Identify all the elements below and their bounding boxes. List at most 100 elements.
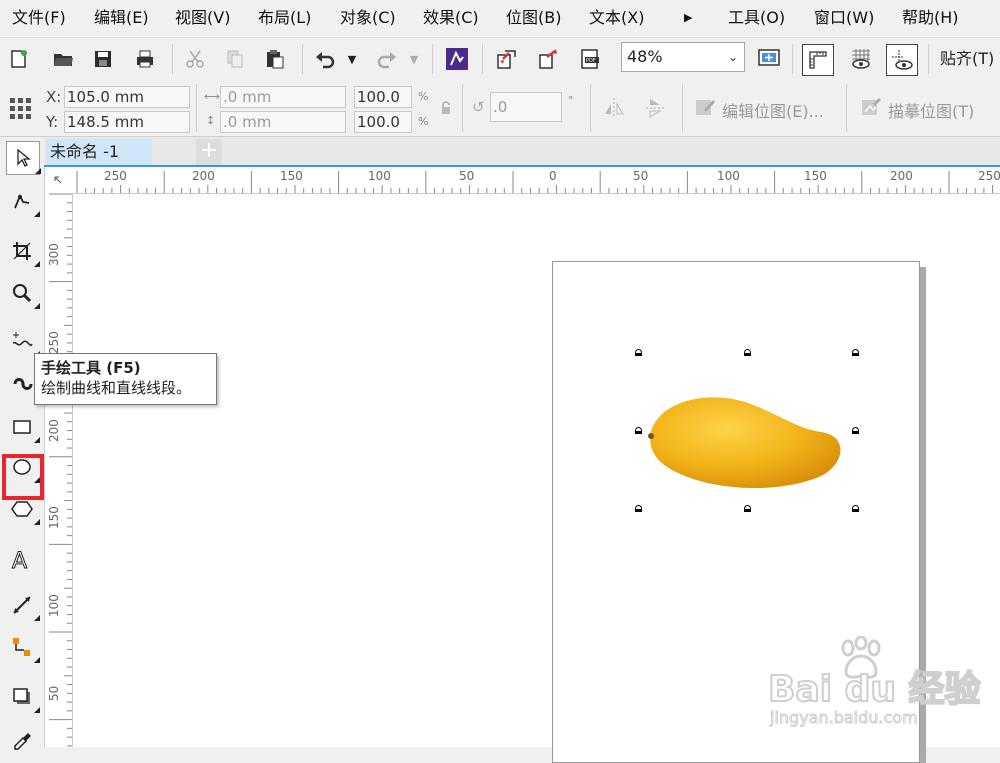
search-content-icon[interactable]: [442, 44, 472, 74]
ruler-origin-icon[interactable]: [45, 167, 74, 194]
mango-bitmap[interactable]: [645, 388, 845, 496]
tab-document[interactable]: 未命名 -1: [46, 139, 152, 165]
h-ruler-label: 50: [633, 169, 649, 183]
import-icon[interactable]: [492, 44, 522, 74]
x-position-label: X:: [46, 88, 62, 106]
freehand-tool-tooltip: 手绘工具 (F5) 绘制曲线和直线线段。: [34, 353, 217, 405]
scale-width-unit: %: [418, 90, 429, 103]
height-field[interactable]: .0 mm: [220, 111, 346, 133]
chevron-down-icon: ⌄: [727, 50, 738, 64]
show-grid-icon[interactable]: [846, 44, 876, 74]
horizontal-ruler[interactable]: 250 200 150 100 50 0 50 100 150 200 250: [73, 167, 1000, 194]
text-tool-icon[interactable]: A: [6, 543, 38, 575]
document-tab-bar: 未命名 -1 +: [44, 137, 1000, 167]
show-rulers-icon[interactable]: [802, 44, 834, 76]
copy-icon[interactable]: [220, 44, 250, 74]
undo-dropdown-icon[interactable]: ▼: [342, 44, 362, 74]
zoom-level-value: 48%: [627, 47, 663, 66]
h-ruler-label: 100: [368, 169, 391, 183]
vertical-ruler[interactable]: 300 250 200 150 100 50: [45, 193, 73, 747]
selection-handle[interactable]: [852, 505, 859, 512]
lock-ratio-icon[interactable]: [440, 100, 452, 119]
v-ruler-label: 200: [47, 419, 61, 442]
h-ruler-label: 200: [192, 169, 215, 183]
menu-help[interactable]: 帮助(H): [902, 0, 959, 36]
redo-icon[interactable]: [372, 44, 402, 74]
scale-width-field[interactable]: 100.0: [354, 86, 412, 108]
width-field[interactable]: .0 mm: [220, 86, 346, 108]
mirror-horizontal-icon[interactable]: [602, 96, 626, 124]
save-icon[interactable]: [88, 44, 118, 74]
h-ruler-label: 150: [280, 169, 303, 183]
selection-handle[interactable]: [852, 349, 859, 356]
h-ruler-label: 150: [804, 169, 827, 183]
selection-handle[interactable]: [635, 505, 642, 512]
watermark-url: jingyan.baidu.com: [770, 708, 919, 728]
mirror-vertical-icon[interactable]: [644, 96, 668, 124]
menu-text[interactable]: 文本(X): [589, 0, 644, 36]
open-icon[interactable]: [48, 44, 78, 74]
width-icon: ⟷: [204, 90, 220, 103]
new-document-icon[interactable]: [4, 44, 34, 74]
selection-handle[interactable]: [635, 427, 642, 434]
add-tab-button[interactable]: +: [196, 139, 222, 165]
connector-tool-icon[interactable]: [6, 631, 40, 663]
zoom-level-select[interactable]: 48% ⌄: [621, 42, 745, 72]
baidu-jingyan-watermark: Bai du 经验 jingyan.baidu.com: [767, 630, 1000, 747]
menu-effects[interactable]: 效果(C): [423, 0, 479, 36]
tooltip-title: 手绘工具 (F5): [41, 359, 141, 377]
menu-bitmap[interactable]: 位图(B): [506, 0, 561, 36]
y-position-field[interactable]: 148.5 mm: [64, 111, 190, 133]
edit-bitmap-button[interactable]: 编辑位图(E)...: [722, 98, 824, 122]
scale-height-unit: %: [418, 115, 429, 128]
selection-handle[interactable]: [744, 505, 751, 512]
standard-toolbar: ▼ ▼ PDF 48% ⌄ 贴齐(T): [0, 37, 1000, 81]
show-guidelines-icon[interactable]: [886, 44, 918, 76]
trace-bitmap-icon[interactable]: [860, 96, 882, 122]
tooltip-description: 绘制曲线和直线线段。: [41, 379, 192, 397]
undo-icon[interactable]: [310, 44, 340, 74]
v-ruler-label: 250: [47, 331, 61, 354]
rotation-field[interactable]: .0: [490, 92, 562, 122]
h-ruler-label: 100: [717, 169, 740, 183]
y-position-label: Y:: [46, 113, 59, 131]
height-icon: ↕: [206, 114, 216, 127]
export-icon[interactable]: [534, 44, 564, 74]
menu-bar: 文件(F) 编辑(E) 视图(V) 布局(L) 对象(C) 效果(C) 位图(B…: [0, 0, 1000, 36]
v-ruler-label: 150: [47, 506, 61, 529]
zoom-tool-icon[interactable]: [6, 277, 40, 309]
drop-shadow-tool-icon[interactable]: [6, 681, 40, 713]
shape-tool-icon[interactable]: [6, 185, 40, 217]
menu-object[interactable]: 对象(C): [340, 0, 396, 36]
menu-view[interactable]: 视图(V): [175, 0, 230, 36]
dimension-tool-icon[interactable]: [6, 589, 40, 621]
property-bar: X: 105.0 mm Y: 148.5 mm ⟷ .0 mm ↕ .0 mm …: [0, 80, 1000, 137]
menu-window[interactable]: 窗口(W): [814, 0, 874, 36]
edit-bitmap-icon[interactable]: [694, 96, 716, 122]
menu-layout[interactable]: 布局(L): [258, 0, 311, 36]
print-icon[interactable]: [130, 44, 160, 74]
scale-height-field[interactable]: 100.0: [354, 111, 412, 133]
redo-dropdown-icon[interactable]: ▼: [404, 44, 424, 74]
selection-handle[interactable]: [635, 349, 642, 356]
object-origin-icon[interactable]: [8, 96, 32, 124]
full-screen-preview-icon[interactable]: [754, 44, 784, 74]
x-position-field[interactable]: 105.0 mm: [64, 86, 190, 108]
paste-icon[interactable]: [260, 44, 290, 74]
pick-tool-icon[interactable]: [6, 141, 41, 175]
snap-to-button[interactable]: 贴齐(T): [940, 38, 994, 80]
selection-handle[interactable]: [744, 349, 751, 356]
selection-handle[interactable]: [852, 427, 859, 434]
cut-icon[interactable]: [180, 44, 210, 74]
menu-more-icon[interactable]: ▶: [684, 0, 692, 36]
menu-edit[interactable]: 编辑(E): [94, 0, 149, 36]
freehand-tool-highlight: [2, 454, 44, 500]
h-ruler-label: 0: [549, 169, 557, 183]
color-eyedropper-tool-icon[interactable]: [6, 723, 38, 755]
trace-bitmap-button[interactable]: 描摹位图(T): [888, 98, 974, 122]
menu-tools[interactable]: 工具(O): [728, 0, 785, 36]
rectangle-tool-icon[interactable]: [6, 411, 40, 443]
export-pdf-icon[interactable]: PDF: [576, 44, 606, 74]
menu-file[interactable]: 文件(F): [12, 0, 66, 36]
crop-tool-icon[interactable]: [6, 235, 40, 267]
